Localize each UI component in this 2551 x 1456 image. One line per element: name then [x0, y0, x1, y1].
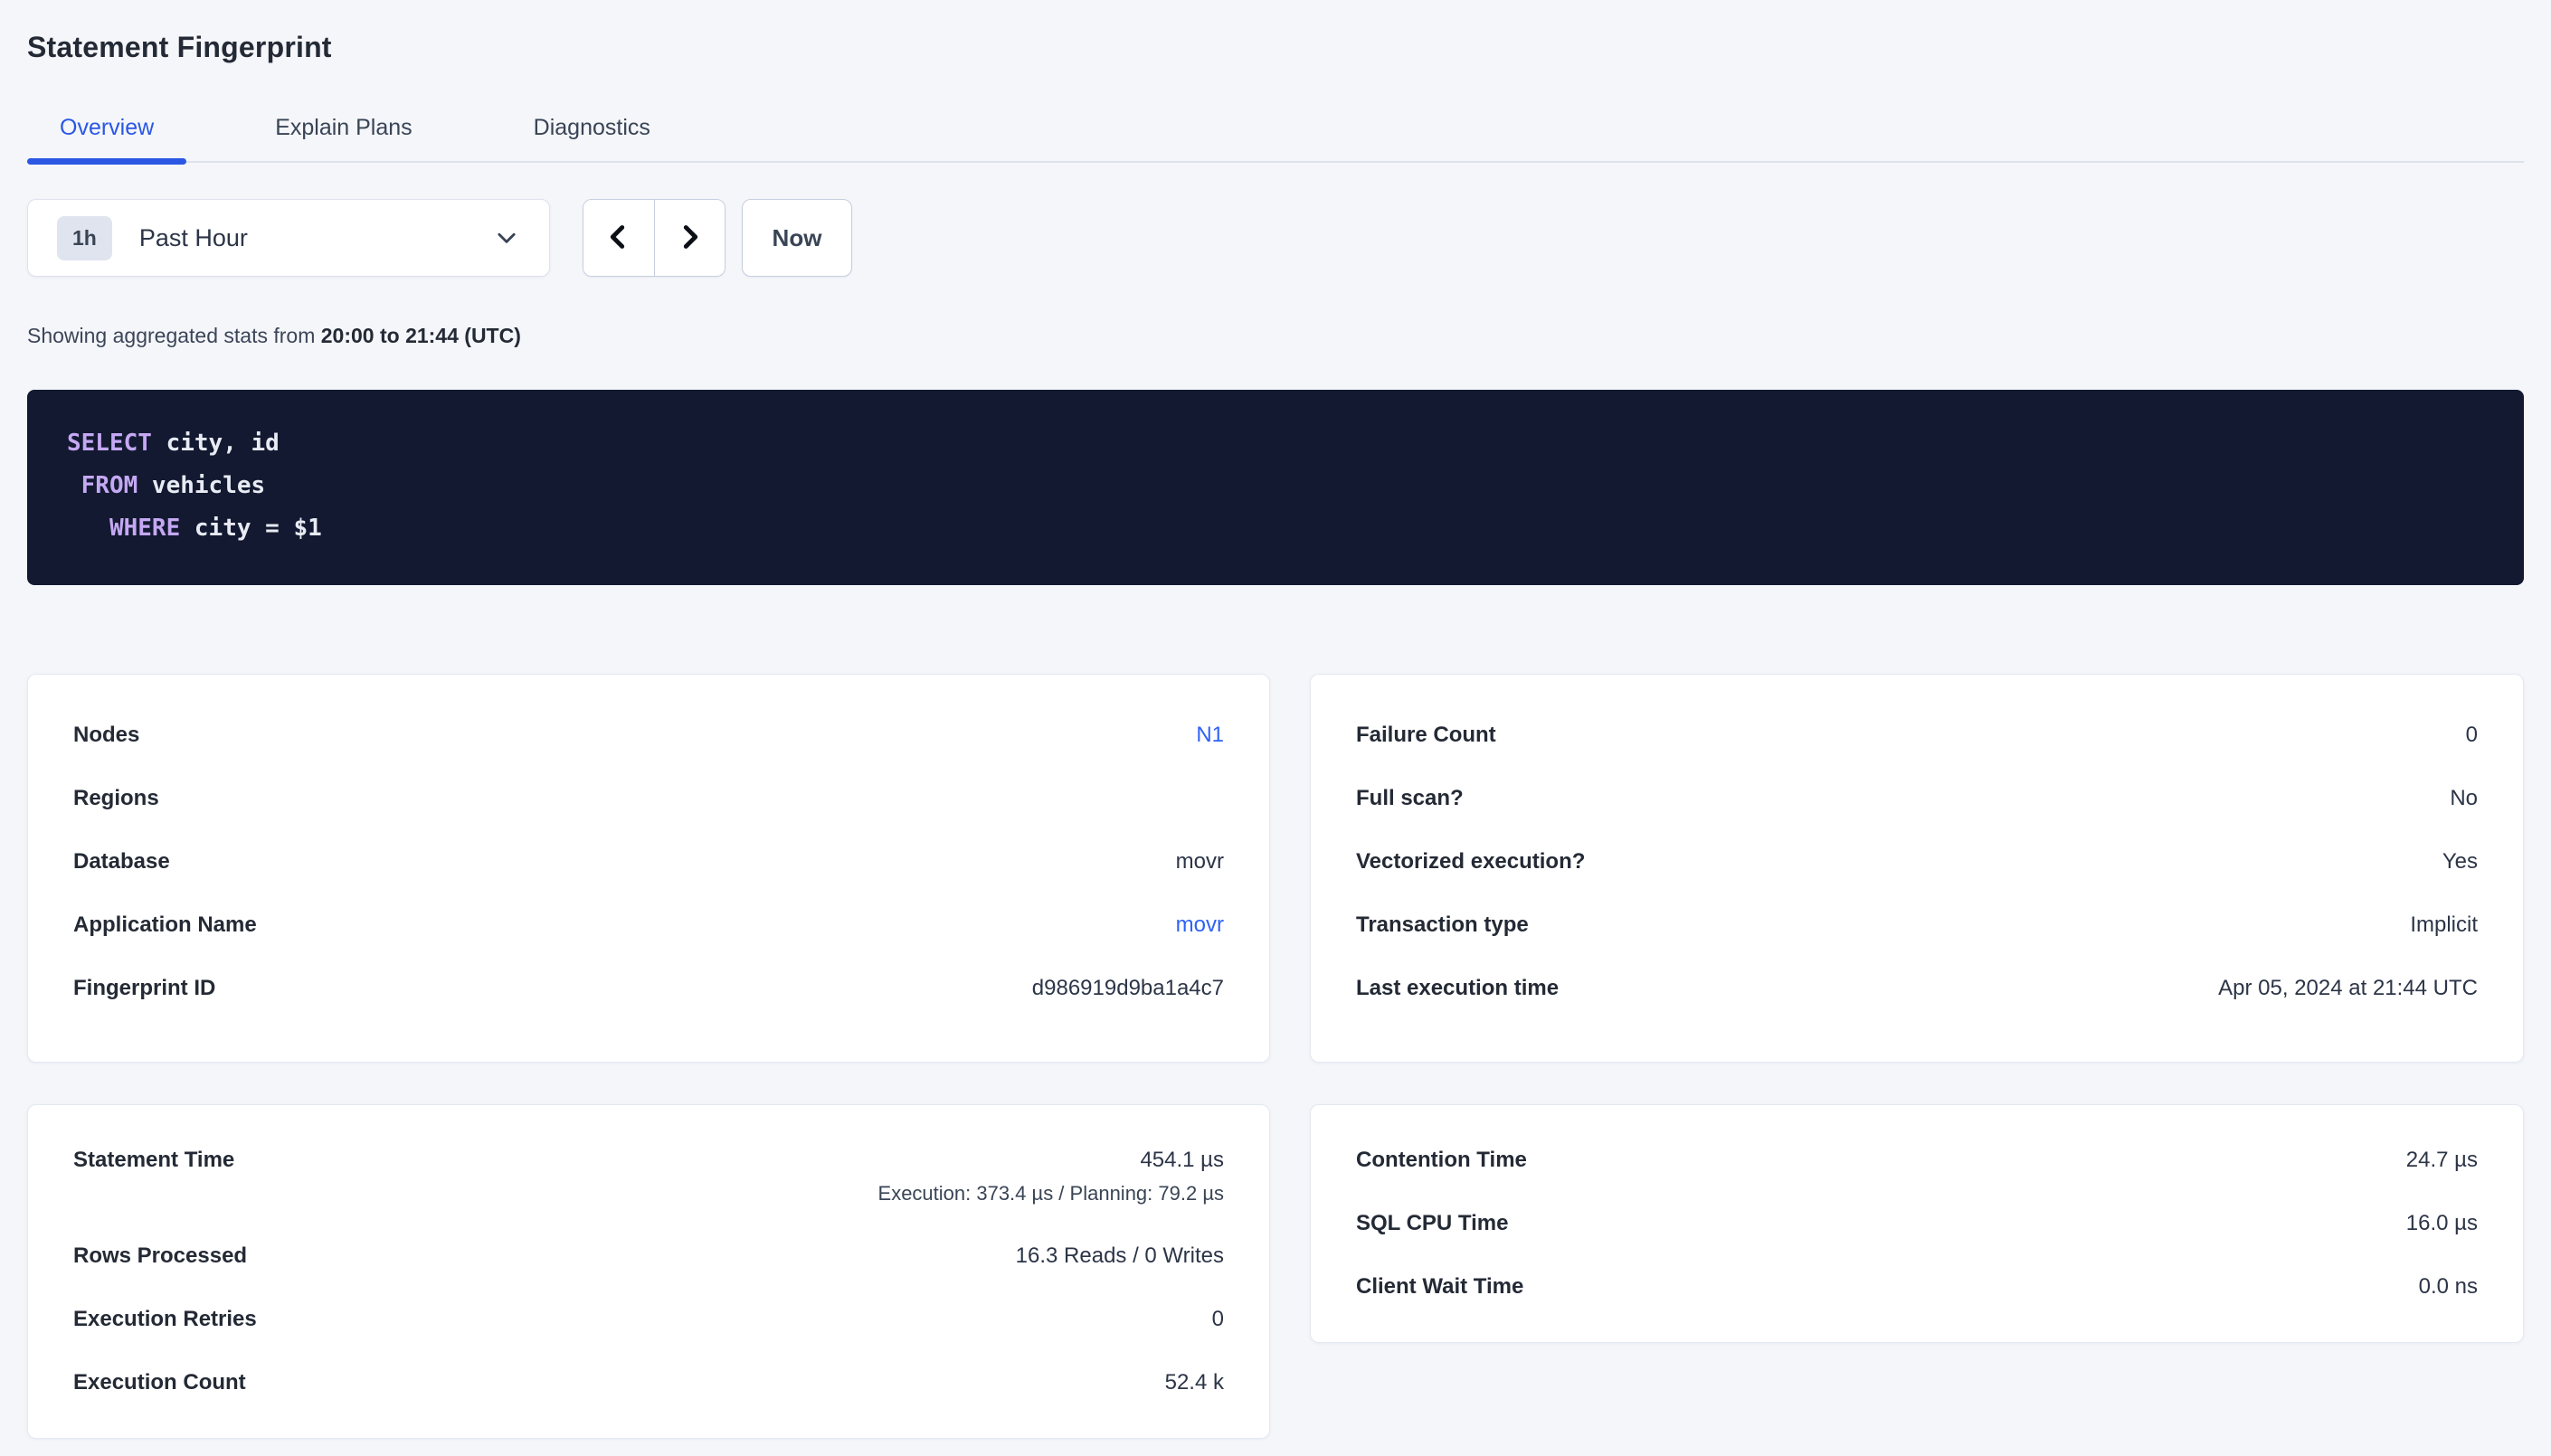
nodes-link[interactable]: N1 — [1196, 722, 1224, 749]
stat-row-execution-count: Execution Count 52.4 k — [73, 1351, 1224, 1414]
detail-row-application-name: Application Name movr — [73, 893, 1224, 957]
detail-row-database: Database movr — [73, 830, 1224, 893]
execution-retries-value: 0 — [1212, 1306, 1224, 1333]
application-name-label: Application Name — [73, 912, 257, 939]
statement-time-breakdown: Execution: 373.4 µs / Planning: 79.2 µs — [878, 1181, 1224, 1206]
statement-fingerprint-page: Statement Fingerprint Overview Explain P… — [0, 0, 2551, 1456]
time-range-select[interactable]: 1h Past Hour — [27, 199, 550, 277]
aggregated-stats-line: Showing aggregated stats from 20:00 to 2… — [27, 324, 2524, 348]
application-name-link[interactable]: movr — [1176, 912, 1224, 939]
chevron-left-icon — [602, 221, 635, 256]
tab-diagnostics[interactable]: Diagnostics — [501, 115, 683, 161]
execution-retries-label: Execution Retries — [73, 1306, 257, 1333]
detail-row-regions: Regions — [73, 767, 1224, 830]
time-range-value: Past Hour — [139, 224, 248, 252]
last-execution-time-value: Apr 05, 2024 at 21:44 UTC — [2218, 975, 2478, 1002]
now-button[interactable]: Now — [742, 199, 852, 277]
last-execution-time-label: Last execution time — [1356, 975, 1559, 1002]
contention-stats-card: Contention Time 24.7 µs SQL CPU Time 16.… — [1310, 1104, 2524, 1343]
transaction-type-label: Transaction type — [1356, 912, 1529, 939]
chevron-down-icon — [493, 224, 520, 251]
prev-time-range-button[interactable] — [583, 200, 655, 276]
sql-cpu-time-label: SQL CPU Time — [1356, 1210, 1509, 1237]
stat-row-contention-time: Contention Time 24.7 µs — [1356, 1129, 2478, 1192]
statement-stats-card: Statement Time 454.1 µs Execution: 373.4… — [27, 1104, 1270, 1439]
failure-count-label: Failure Count — [1356, 722, 1496, 749]
client-wait-time-label: Client Wait Time — [1356, 1273, 1523, 1300]
page-title: Statement Fingerprint — [27, 0, 2524, 64]
full-scan-value: No — [2450, 785, 2478, 812]
sql-keyword: FROM — [81, 472, 138, 499]
detail-row-fingerprint-id: Fingerprint ID d986919d9ba1a4c7 — [73, 957, 1224, 1020]
detail-row-failure-count: Failure Count 0 — [1356, 704, 2478, 767]
database-label: Database — [73, 848, 170, 875]
stat-row-execution-retries: Execution Retries 0 — [73, 1288, 1224, 1351]
rows-processed-value: 16.3 Reads / 0 Writes — [1016, 1243, 1224, 1270]
stat-row-client-wait-time: Client Wait Time 0.0 ns — [1356, 1255, 2478, 1319]
sql-line: SELECT city, id — [67, 422, 2488, 465]
detail-row-vectorized-execution: Vectorized execution? Yes — [1356, 830, 2478, 893]
tab-explain-plans[interactable]: Explain Plans — [242, 115, 444, 161]
client-wait-time-value: 0.0 ns — [2419, 1273, 2478, 1300]
execution-attributes-card: Failure Count 0 Full scan? No Vectorized… — [1310, 674, 2524, 1063]
vectorized-execution-value: Yes — [2442, 848, 2478, 875]
stat-row-sql-cpu-time: SQL CPU Time 16.0 µs — [1356, 1192, 2478, 1255]
nodes-label: Nodes — [73, 722, 139, 749]
database-value: movr — [1176, 848, 1224, 875]
regions-label: Regions — [73, 785, 159, 812]
next-time-range-button[interactable] — [655, 200, 725, 276]
detail-row-transaction-type: Transaction type Implicit — [1356, 893, 2478, 957]
detail-row-full-scan: Full scan? No — [1356, 767, 2478, 830]
cards-grid: Nodes N1 Regions Database movr Applicati… — [27, 674, 2524, 1439]
statement-time-value: 454.1 µs — [1140, 1147, 1224, 1174]
aggregated-stats-range: 20:00 to 21:44 (UTC) — [321, 324, 521, 347]
sql-keyword: WHERE — [109, 515, 180, 542]
sql-cpu-time-value: 16.0 µs — [2406, 1210, 2478, 1237]
full-scan-label: Full scan? — [1356, 785, 1464, 812]
rows-processed-label: Rows Processed — [73, 1243, 247, 1270]
contention-time-value: 24.7 µs — [2406, 1147, 2478, 1174]
fingerprint-id-value: d986919d9ba1a4c7 — [1032, 975, 1224, 1002]
statement-time-label: Statement Time — [73, 1147, 234, 1174]
contention-time-label: Contention Time — [1356, 1147, 1527, 1174]
time-toolbar: 1h Past Hour Now — [27, 199, 2524, 277]
tab-bar: Overview Explain Plans Diagnostics — [27, 115, 2524, 163]
vectorized-execution-label: Vectorized execution? — [1356, 848, 1585, 875]
sql-keyword: SELECT — [67, 430, 152, 457]
sql-line: FROM vehicles — [67, 465, 2488, 507]
execution-count-value: 52.4 k — [1165, 1369, 1224, 1396]
execution-count-label: Execution Count — [73, 1369, 246, 1396]
tab-overview[interactable]: Overview — [27, 115, 186, 161]
detail-row-nodes: Nodes N1 — [73, 704, 1224, 767]
aggregated-stats-prefix: Showing aggregated stats from — [27, 324, 321, 347]
transaction-type-value: Implicit — [2410, 912, 2478, 939]
time-range-badge: 1h — [57, 216, 112, 260]
time-nav-group — [583, 199, 725, 277]
statement-details-card: Nodes N1 Regions Database movr Applicati… — [27, 674, 1270, 1063]
sql-statement-box: SELECT city, id FROM vehicles WHERE city… — [27, 390, 2524, 585]
fingerprint-id-label: Fingerprint ID — [73, 975, 215, 1002]
detail-row-last-execution-time: Last execution time Apr 05, 2024 at 21:4… — [1356, 957, 2478, 1020]
failure-count-value: 0 — [2466, 722, 2478, 749]
sql-line: WHERE city = $1 — [67, 507, 2488, 550]
stat-row-rows-processed: Rows Processed 16.3 Reads / 0 Writes — [73, 1224, 1224, 1288]
stat-row-statement-time: Statement Time 454.1 µs Execution: 373.4… — [73, 1129, 1224, 1224]
chevron-right-icon — [673, 221, 706, 256]
